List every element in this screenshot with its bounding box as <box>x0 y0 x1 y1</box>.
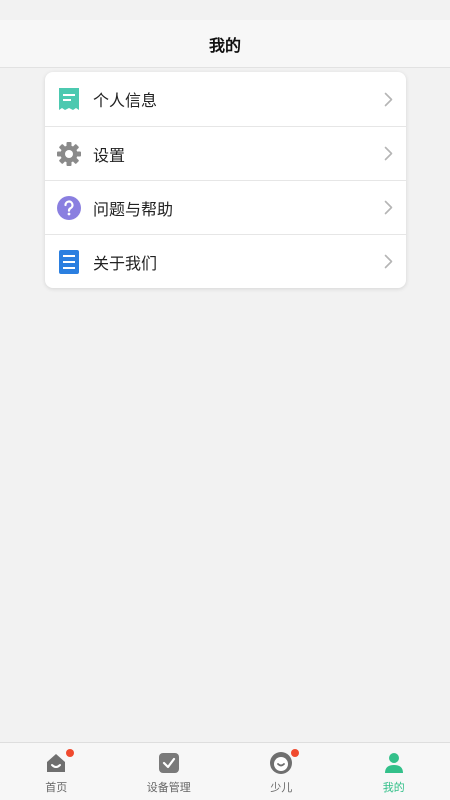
chevron-right-icon <box>382 254 394 270</box>
menu-item-label: 设置 <box>93 145 126 165</box>
chevron-right-icon <box>382 200 394 216</box>
menu-item-settings[interactable]: 设置 <box>45 126 406 180</box>
page-title: 我的 <box>208 35 241 55</box>
menu-item-help[interactable]: 问题与帮助 <box>45 180 406 234</box>
chevron-right-icon <box>382 91 394 107</box>
tab-home[interactable]: 首页 <box>0 743 113 800</box>
notification-badge <box>291 749 300 757</box>
check-box-icon <box>157 751 181 775</box>
tab-device-management[interactable]: 设备管理 <box>113 743 226 800</box>
menu-item-label: 个人信息 <box>93 91 158 110</box>
child-face-icon <box>269 749 300 775</box>
home-icon <box>44 749 75 775</box>
tab-label: 首页 <box>45 781 68 794</box>
tab-label: 少儿 <box>270 781 293 794</box>
menu-item-about[interactable]: 关于我们 <box>45 234 406 288</box>
app-screen: 我的 个人信息 设置 问题与帮助 关于我们 首页 设备管理 少儿 我的 <box>0 0 450 800</box>
profile-document-icon <box>56 86 82 112</box>
navigation-bar: 我的 <box>0 20 450 68</box>
menu-item-label: 问题与帮助 <box>93 199 174 219</box>
menu-item-personal-info[interactable]: 个人信息 <box>45 72 406 126</box>
question-icon <box>56 195 82 221</box>
menu-item-label: 关于我们 <box>93 253 158 273</box>
bottom-tab-bar: 首页 设备管理 少儿 我的 <box>0 742 450 800</box>
gear-icon <box>56 141 82 167</box>
tab-children[interactable]: 少儿 <box>225 743 338 800</box>
notification-badge <box>66 749 75 757</box>
menu-card: 个人信息 设置 问题与帮助 关于我们 <box>45 72 406 288</box>
tab-mine[interactable]: 我的 <box>338 743 450 800</box>
document-list-icon <box>56 249 82 275</box>
chevron-right-icon <box>382 146 394 162</box>
tab-label: 设备管理 <box>146 781 191 794</box>
user-icon <box>382 751 406 775</box>
tab-label: 我的 <box>382 781 405 794</box>
status-bar <box>0 0 450 20</box>
